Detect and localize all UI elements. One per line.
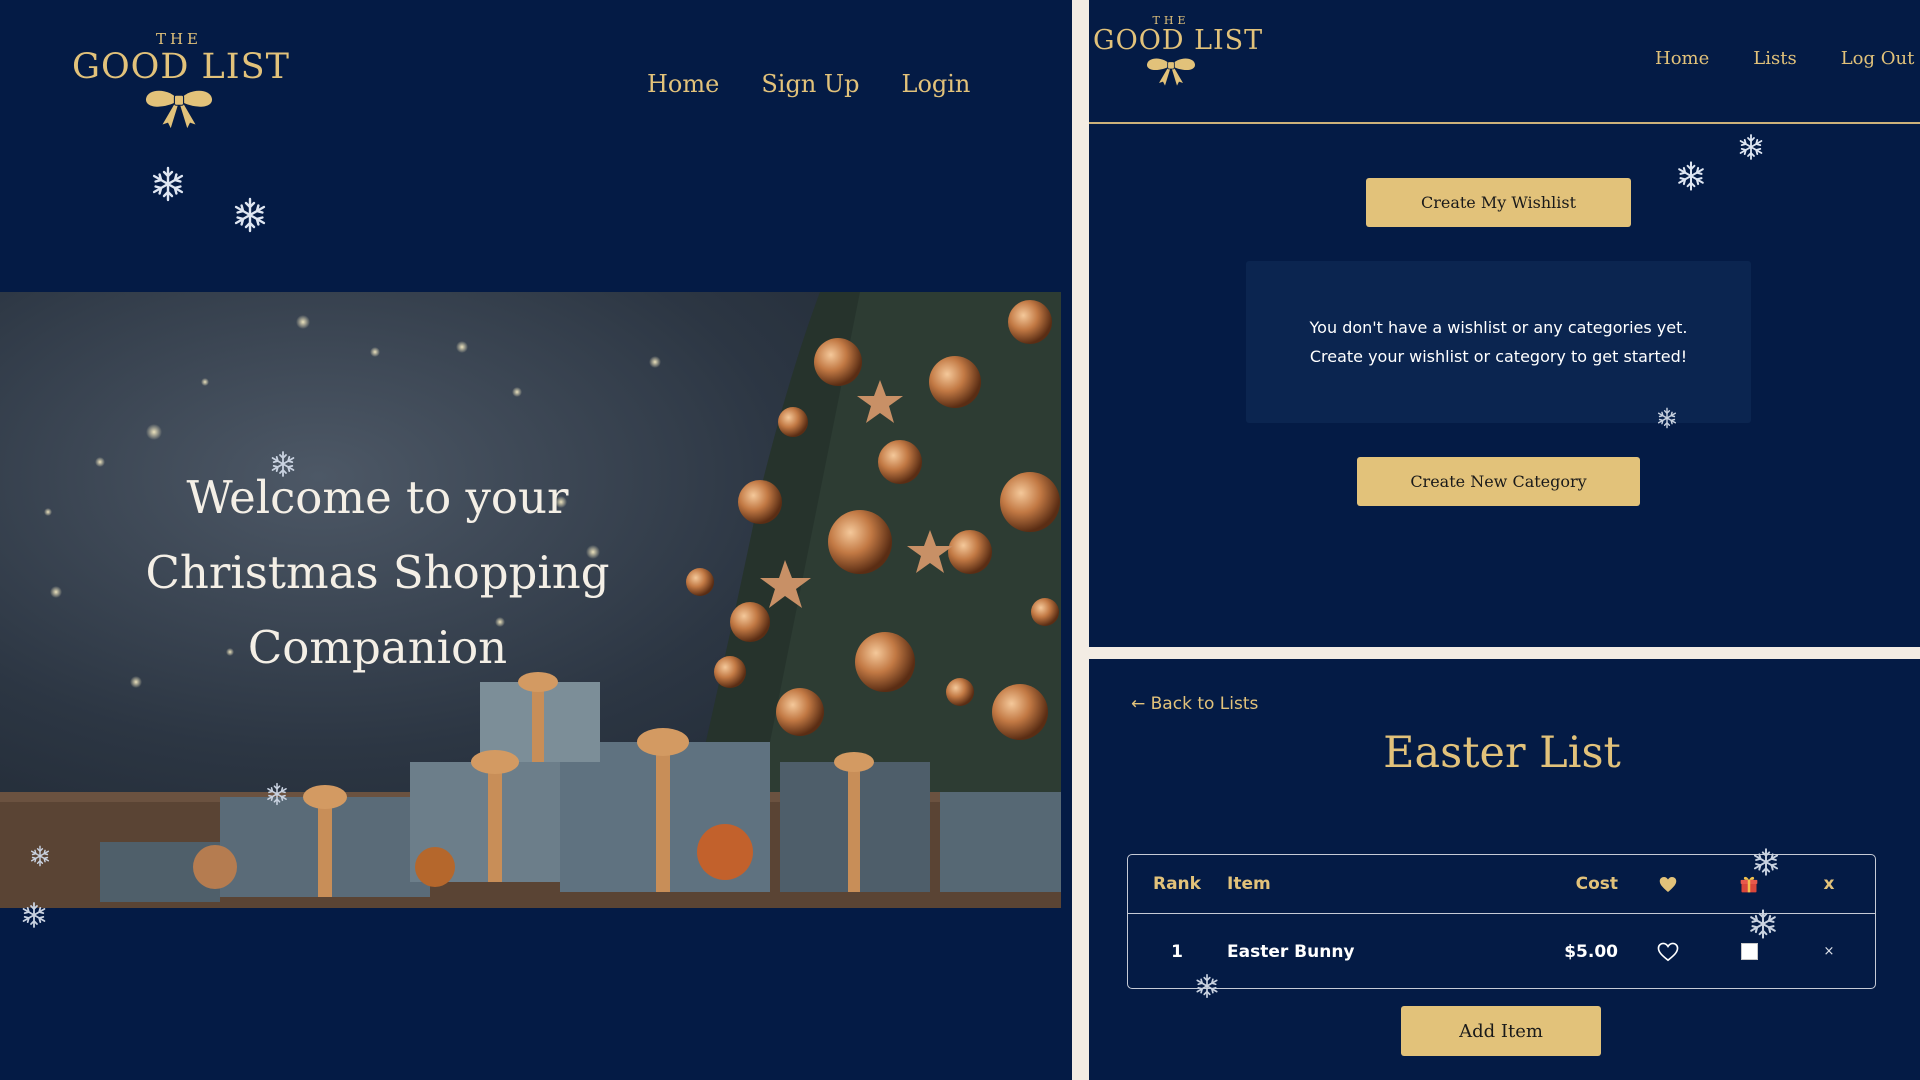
nav-lists-link[interactable]: Lists: [1753, 48, 1796, 69]
header-divider: [1089, 122, 1920, 124]
nav-signup-link[interactable]: Sign Up: [761, 70, 859, 98]
hero-image: Welcome to your Christmas Shopping Compa…: [0, 292, 1061, 908]
hero-title-line-3: Companion: [247, 621, 508, 674]
snowflake-icon: [234, 197, 266, 233]
hero-title-line-1: Welcome to your: [186, 471, 569, 524]
logo-name: GOOD LIST: [1093, 25, 1264, 56]
create-wishlist-button[interactable]: Create My Wishlist: [1366, 178, 1631, 227]
nav-login-link[interactable]: Login: [902, 70, 971, 98]
nav-home-link[interactable]: Home: [1655, 48, 1709, 69]
heart-outline-icon: [1657, 942, 1679, 961]
snowflake-icon: [1657, 407, 1677, 429]
heart-icon: [1659, 876, 1677, 892]
bow-icon: [145, 90, 213, 129]
col-favorite-header[interactable]: [1648, 855, 1688, 913]
bow-icon: [1146, 58, 1196, 87]
snowflake-icon: [1750, 909, 1776, 939]
snowflake-icon: [1678, 161, 1704, 191]
snowflake-icon: [1739, 134, 1763, 160]
nav-home-link[interactable]: Home: [647, 70, 719, 98]
good-list-logo-small[interactable]: THE GOOD LIST: [1093, 14, 1264, 87]
dashboard-nav: Home Lists Log Out: [1655, 48, 1914, 69]
empty-state-message: You don't have a wishlist or any categor…: [1246, 261, 1751, 423]
nav-logout-link[interactable]: Log Out: [1841, 48, 1915, 69]
purchased-checkbox[interactable]: [1740, 943, 1758, 960]
snowflake-icon: [267, 782, 287, 806]
col-cost-header[interactable]: Cost: [1488, 855, 1618, 913]
good-list-logo[interactable]: THE GOOD LIST: [72, 30, 290, 130]
list-title: Easter List: [1383, 728, 1621, 778]
logo-the: THE: [155, 30, 203, 48]
hero-title: Welcome to your Christmas Shopping Compa…: [100, 460, 655, 685]
row-cost: $5.00: [1564, 941, 1618, 962]
create-category-button[interactable]: Create New Category: [1357, 457, 1640, 506]
col-rank-header[interactable]: Rank: [1128, 855, 1226, 913]
snowflake-icon: [30, 845, 50, 867]
snowflake-icon: [1196, 973, 1218, 999]
add-item-button[interactable]: Add Item: [1401, 1006, 1601, 1056]
snowflake-icon: [1753, 848, 1779, 876]
delete-item-button[interactable]: ×: [1809, 915, 1849, 988]
col-delete-header: x: [1823, 874, 1835, 894]
snowflake-icon: [271, 451, 295, 477]
delete-icon: ×: [1823, 944, 1835, 959]
empty-state-line-2: Create your wishlist or category to get …: [1309, 347, 1688, 366]
landing-nav: Home Sign Up Login: [647, 70, 970, 98]
hero-title-line-2: Christmas Shopping: [145, 546, 610, 599]
snowflake-icon: [152, 166, 184, 202]
logo-name: GOOD LIST: [72, 47, 290, 87]
col-item-header[interactable]: Item: [1227, 855, 1527, 913]
snowflake-icon: [22, 902, 46, 928]
back-to-lists-link[interactable]: ← Back to Lists: [1131, 694, 1258, 714]
favorite-toggle[interactable]: [1648, 915, 1688, 988]
row-item-name[interactable]: Easter Bunny: [1227, 915, 1527, 988]
empty-state-line-1: You don't have a wishlist or any categor…: [1309, 318, 1688, 337]
